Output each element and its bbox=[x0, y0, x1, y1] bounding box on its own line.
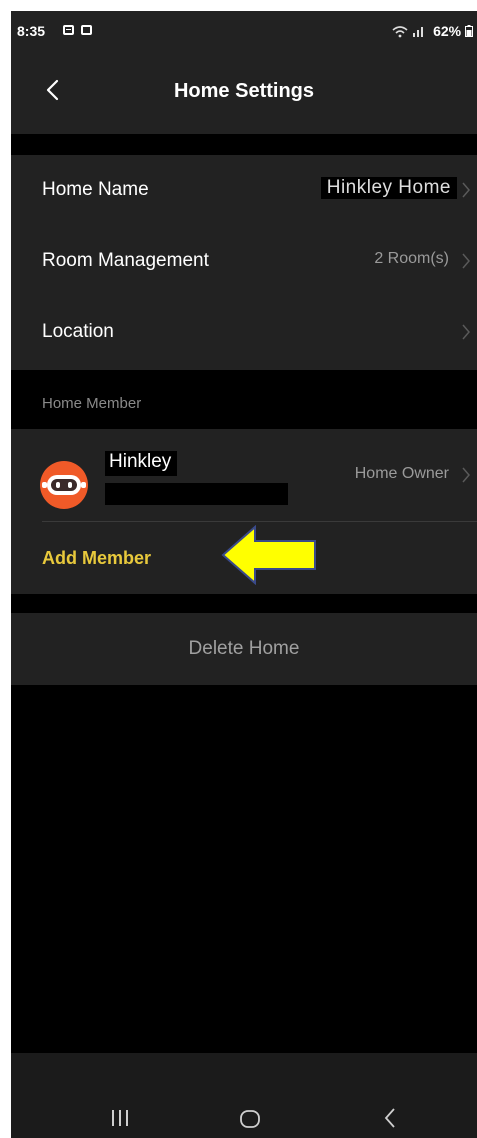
home-name-value: Hinkley Home bbox=[320, 177, 457, 199]
room-management-row[interactable]: Room Management 2 Room(s) bbox=[11, 226, 477, 298]
home-icon[interactable] bbox=[239, 1109, 261, 1129]
chevron-right-icon bbox=[462, 324, 470, 340]
status-bar: 8:35 62% bbox=[11, 11, 477, 53]
room-management-label: Room Management bbox=[42, 250, 209, 271]
add-member-button[interactable]: Add Member bbox=[42, 548, 151, 569]
phone-screen: 8:35 62% Home Settings Home Name Hinkley… bbox=[11, 11, 477, 1138]
home-info-section: Home Name Hinkley Home Room Management 2… bbox=[11, 155, 477, 370]
chevron-right-icon bbox=[462, 253, 470, 269]
member-divider bbox=[42, 521, 477, 522]
wifi-signal-icon bbox=[391, 24, 427, 41]
member-detail-redacted bbox=[105, 483, 288, 505]
status-time: 8:35 bbox=[17, 23, 46, 39]
image-notification-icon bbox=[81, 25, 92, 35]
home-name-label: Home Name bbox=[42, 179, 149, 200]
notification-icon bbox=[63, 25, 74, 35]
home-name-row[interactable]: Home Name Hinkley Home bbox=[11, 155, 477, 227]
location-label: Location bbox=[42, 321, 114, 342]
home-member-header: Home Member bbox=[42, 395, 142, 412]
system-nav-bar bbox=[11, 1053, 477, 1138]
battery-percent: 62% bbox=[433, 23, 462, 39]
battery-indicator: 62% bbox=[433, 23, 473, 39]
room-count-value: 2 Room(s) bbox=[374, 250, 449, 267]
delete-home-button[interactable]: Delete Home bbox=[11, 638, 477, 660]
battery-icon bbox=[465, 25, 473, 37]
location-row[interactable]: Location bbox=[11, 297, 477, 369]
system-back-icon[interactable] bbox=[383, 1107, 397, 1129]
left-arrow-annotation-icon bbox=[221, 525, 316, 585]
member-name: Hinkley bbox=[105, 451, 178, 476]
chevron-right-icon bbox=[462, 467, 470, 483]
page-title: Home Settings bbox=[173, 80, 315, 102]
chevron-right-icon bbox=[462, 182, 470, 198]
recent-apps-icon[interactable] bbox=[109, 1109, 131, 1127]
member-role: Home Owner bbox=[354, 465, 449, 482]
app-header: Home Settings bbox=[11, 53, 477, 134]
robot-avatar-icon bbox=[40, 461, 88, 509]
